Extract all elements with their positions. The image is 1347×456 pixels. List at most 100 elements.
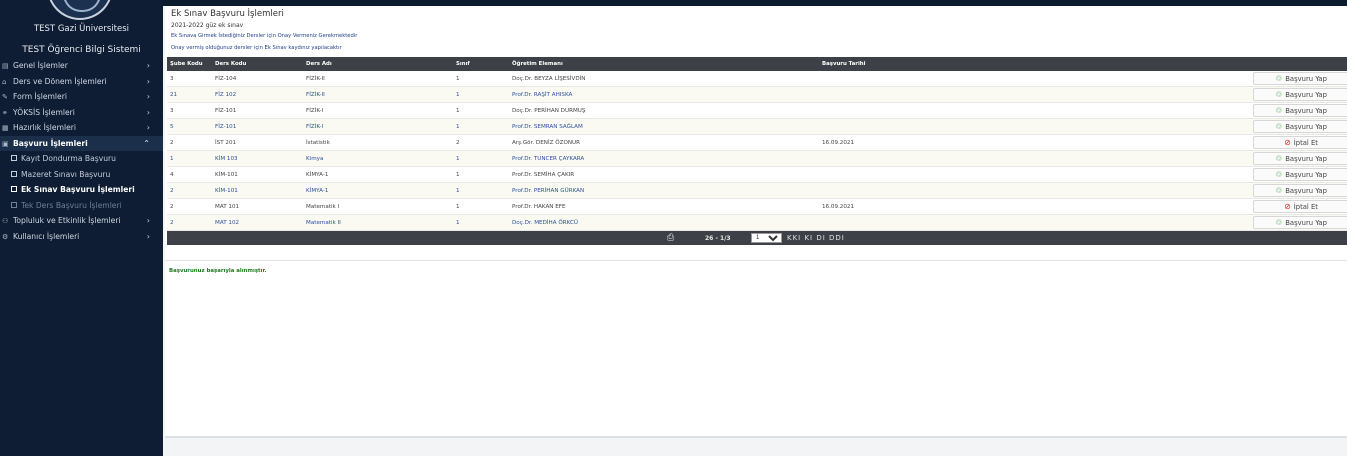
sidebar-subitem-0[interactable]: Kayıt Dondurma Başvuru	[0, 151, 163, 167]
cell-sube: 1	[170, 155, 174, 162]
cell-action: ♲ Başvuru Yap	[1242, 88, 1347, 101]
cell-kod: MAT 102	[215, 219, 240, 226]
grid-body: 3 FİZ-104 FİZİK-II 1 Doç.Dr. BEYZA LİŞESİVDİ…	[167, 71, 1347, 231]
cell-sinif: 1	[456, 75, 460, 82]
course-grid: Şube Kodu Ders Kodu Ders Adı Sınıf Öğretim E…	[167, 57, 1347, 245]
cell-sube: 2	[170, 139, 174, 146]
sidebar-item-label: Başvuru İşlemleri	[13, 138, 88, 148]
cell-hoca: Prof.Dr. SEMİHA ÇAKIR	[512, 171, 575, 178]
apply-button[interactable]: ♲ Başvuru Yap	[1253, 216, 1347, 229]
cell-hoca: Prof.Dr. RAŞİT AHISKA	[512, 91, 573, 98]
cell-tarih: 16.09.2021	[822, 203, 855, 210]
users-icon: ⚭	[2, 108, 8, 117]
sidebar-item-label: Kullanıcı İşlemleri	[13, 231, 80, 241]
cell-sube: 2	[170, 187, 174, 194]
cell-sinif: 1	[456, 107, 460, 114]
cell-sinif: 1	[456, 187, 460, 194]
apply-button[interactable]: ♲ Başvuru Yap	[1253, 104, 1347, 117]
cell-ad: Matematik II	[306, 219, 341, 226]
apply-button[interactable]: ♲ Başvuru Yap	[1253, 168, 1347, 181]
cell-sube: 2	[170, 219, 174, 226]
sidebar-subitem-label: Ek Sınav Başvuru İşlemleri	[21, 185, 135, 194]
success-message: Başvurunuz başarıyla alınmıştır.	[169, 268, 267, 274]
cancel-button[interactable]: ⊘ İptal Et	[1253, 136, 1347, 149]
university-logo	[47, 0, 113, 20]
content-card: Ek Sınav Başvuru İşlemleri 2021-2022 güz…	[165, 6, 1347, 438]
sidebar-item-label: Form İşlemleri	[13, 92, 67, 101]
sidebar-item-extra-1[interactable]: ⚙ Kullanıcı İşlemleri ›	[0, 229, 163, 245]
grid-pager: ⎙ 26 - 1/3 1 KKI KI DI DDI	[167, 231, 1347, 245]
sidebar-item-label: Hazırlık İşlemleri	[13, 123, 77, 132]
action-label: Başvuru Yap	[1285, 170, 1327, 179]
sidebar-item-label: Genel İşlemler	[13, 61, 68, 70]
cell-sube: 3	[170, 75, 174, 82]
info-note-1: Ek Sınava Girmek İstediğiniz Dersler içi…	[171, 33, 358, 39]
table-row: 5 FİZ-101 FİZİK-I 1 Prof.Dr. SEMRAN SAĞLAM ♲ B…	[167, 119, 1347, 135]
cell-sinif: 1	[456, 91, 460, 98]
info-note-2: Onay vermiş olduğunuz dersler için Ek Sı…	[171, 45, 342, 51]
cell-hoca: Prof.Dr. HAKAN EFE	[512, 203, 566, 210]
sidebar-subitem-3[interactable]: Tek Ders Başvuru İşlemleri	[0, 198, 163, 214]
sidebar-item-extra-0[interactable]: ⚇ Topluluk ve Etkinlik İşlemleri ›	[0, 213, 163, 229]
cell-kod: FİZ-101	[215, 107, 237, 114]
sidebar-item-2[interactable]: ✎ Form İşlemleri ›	[0, 89, 163, 105]
table-row: 2 MAT 102 Matematik II 1 Doç.Dr. MEDİHA ÖRKC…	[167, 215, 1347, 231]
column-header: Başvuru Tarihi	[822, 61, 866, 67]
apply-button[interactable]: ♲ Başvuru Yap	[1253, 184, 1347, 197]
square-icon	[11, 186, 17, 192]
page-title: Ek Sınav Başvuru İşlemleri	[171, 9, 284, 19]
cell-sube: 4	[170, 171, 174, 178]
sidebar-subitem-label: Mazeret Sınavı Başvuru	[21, 169, 111, 179]
recycle-icon: ♲	[1275, 90, 1283, 99]
column-header: Sınıf	[456, 61, 470, 67]
cell-action: ♲ Başvuru Yap	[1242, 152, 1347, 165]
cell-ad: FİZİK-I	[306, 107, 324, 114]
column-header: Ders Kodu	[215, 61, 247, 67]
chevron-right-icon: ›	[146, 76, 150, 86]
apply-button[interactable]: ♲ Başvuru Yap	[1253, 88, 1347, 101]
recycle-icon: ♲	[1275, 186, 1283, 195]
cell-kod: KİM 103	[215, 155, 238, 162]
page-select[interactable]: 1	[751, 233, 782, 243]
sidebar-item-1[interactable]: ⌂ Ders ve Dönem İşlemleri ›	[0, 74, 163, 90]
cell-action: ♲ Başvuru Yap	[1242, 72, 1347, 85]
print-icon[interactable]: ⎙	[667, 233, 674, 243]
sidebar-item-0[interactable]: ▤ Genel İşlemler ›	[0, 58, 163, 74]
form-icon: ✎	[2, 93, 8, 101]
action-label: Başvuru Yap	[1285, 154, 1327, 163]
chevron-up-icon: ⌃	[143, 138, 150, 148]
ban-icon: ⊘	[1284, 202, 1291, 211]
column-header: Ders Adı	[306, 61, 332, 67]
cell-kod: KİM-101	[215, 187, 238, 194]
chevron-right-icon: ›	[146, 61, 150, 70]
recycle-icon: ♲	[1275, 154, 1283, 163]
sidebar-item-label: YÖKSİS İşlemleri	[13, 107, 75, 117]
pager-nav-buttons[interactable]: KKI KI DI DDI	[787, 234, 845, 242]
apply-button[interactable]: ♲ Başvuru Yap	[1253, 120, 1347, 133]
cell-action: ♲ Başvuru Yap	[1242, 216, 1347, 229]
sidebar-subitem-2[interactable]: Ek Sınav Başvuru İşlemleri	[0, 182, 163, 198]
user-settings-icon: ⚙	[2, 232, 9, 241]
keyboard-icon: ▦	[2, 124, 9, 132]
table-row: 21 FİZ 102 FİZİK-II 1 Prof.Dr. RAŞİT AHISKA ♲…	[167, 87, 1347, 103]
cancel-button[interactable]: ⊘ İptal Et	[1253, 200, 1347, 213]
sidebar-item-3[interactable]: ⚭ YÖKSİS İşlemleri ›	[0, 105, 163, 121]
sidebar-subitem-1[interactable]: Mazeret Sınavı Başvuru	[0, 167, 163, 183]
cell-action: ♲ Başvuru Yap	[1242, 184, 1347, 197]
table-row: 3 FİZ-101 FİZİK-I 1 Doç.Dr. PERİHAN DURMUŞ ♲ B…	[167, 103, 1347, 119]
cell-hoca: Prof.Dr. TUNCER ÇAYKARA	[512, 155, 585, 162]
action-label: Başvuru Yap	[1285, 122, 1327, 131]
apply-button[interactable]: ♲ Başvuru Yap	[1253, 72, 1347, 85]
recycle-icon: ♲	[1275, 122, 1283, 131]
square-icon	[11, 201, 17, 208]
cell-ad: FİZİK-I	[306, 123, 324, 130]
sidebar-item-5[interactable]: ▣ Başvuru İşlemleri ⌃	[0, 135, 163, 151]
sidebar-item-4[interactable]: ▦ Hazırlık İşlemleri ›	[0, 120, 163, 136]
sidebar-item-label: Ders ve Dönem İşlemleri	[13, 76, 107, 86]
university-name: TEST Gazi Üniversitesi	[33, 24, 130, 34]
apply-button[interactable]: ♲ Başvuru Yap	[1253, 152, 1347, 165]
recycle-icon: ♲	[1275, 170, 1283, 179]
grid-header: Şube Kodu Ders Kodu Ders Adı Sınıf Öğretim E…	[167, 57, 1347, 71]
sidebar: TEST Gazi Üniversitesi TEST Öğrenci Bilg…	[0, 0, 163, 456]
cell-hoca: Doç.Dr. BEYZA LİŞESİVDİN	[512, 75, 586, 82]
